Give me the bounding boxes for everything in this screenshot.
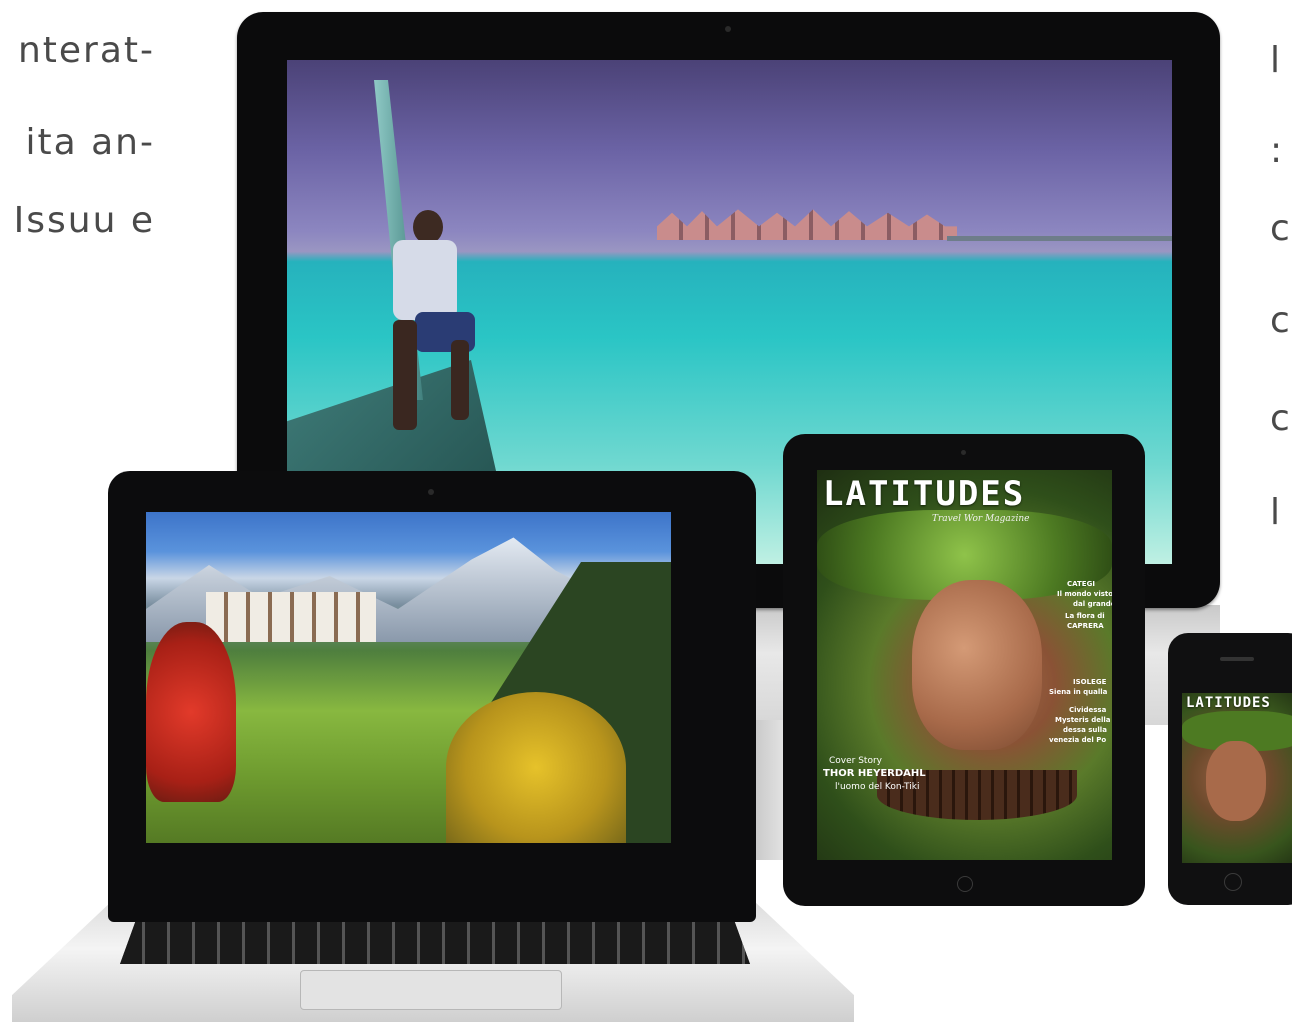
ipad-home-button-icon — [957, 876, 973, 892]
cover-face — [912, 580, 1042, 750]
left-text-line: nterat- — [17, 30, 155, 71]
macbook-display — [108, 471, 756, 922]
macbook-trackpad — [300, 970, 562, 1010]
person-figure — [375, 210, 485, 430]
cover-line: ISOLEGE — [1073, 678, 1107, 686]
pier — [947, 236, 1172, 241]
cover-line: dal grande — [1073, 600, 1112, 608]
cover-line: CAPRERA — [1067, 622, 1104, 630]
cover-line: dessa sulla — [1063, 726, 1107, 734]
ipad-camera-icon — [961, 450, 966, 455]
iphone-home-button-icon — [1224, 873, 1242, 891]
right-text-line: c — [1270, 300, 1292, 341]
cover-line: Cividessa — [1069, 706, 1107, 714]
iphone-cover-title: LATITUDES — [1186, 695, 1271, 711]
macbook-camera-icon — [428, 489, 434, 495]
left-text-line: Issuu e — [13, 200, 155, 241]
right-text-line: l — [1270, 40, 1283, 81]
iphone-device: LATITUDES — [1168, 633, 1292, 905]
cover-line: La flora di — [1065, 612, 1105, 620]
cover-line: Il mondo visto — [1057, 590, 1112, 598]
cover-title: LATITUDES — [823, 474, 1026, 514]
macbook-screen-photo — [146, 512, 671, 843]
ipad-magazine-cover: LATITUDES Travel Wor Magazine CATEGI Il … — [817, 470, 1112, 860]
cover-story-subtitle: l'uomo del Kon-Tiki — [835, 782, 920, 792]
left-text-line: ita an- — [25, 122, 155, 163]
ipad-device: LATITUDES Travel Wor Magazine CATEGI Il … — [783, 434, 1145, 906]
village — [206, 592, 376, 642]
iphone-cover-face — [1206, 741, 1266, 821]
cover-line: Mysteris della — [1055, 716, 1111, 724]
right-text-line: : — [1270, 130, 1285, 171]
right-text-line: c — [1270, 398, 1292, 439]
cover-line: Siena in qualla — [1049, 688, 1108, 696]
iphone-magazine-cover: LATITUDES — [1182, 693, 1292, 863]
red-tree — [146, 622, 236, 802]
water-bungalows — [657, 209, 957, 240]
yellow-trees — [446, 692, 626, 843]
cover-line: CATEGI — [1067, 580, 1095, 588]
right-text-line: c — [1270, 208, 1292, 249]
imac-camera-icon — [725, 26, 731, 32]
cover-story-title: THOR HEYERDAHL — [823, 768, 926, 779]
right-text-line: l — [1270, 492, 1283, 533]
cover-story-label: Cover Story — [829, 756, 882, 766]
cover-subtitle: Travel Wor Magazine — [932, 514, 1030, 524]
iphone-speaker-icon — [1220, 657, 1254, 661]
cover-line: venezia del Po — [1049, 736, 1107, 744]
